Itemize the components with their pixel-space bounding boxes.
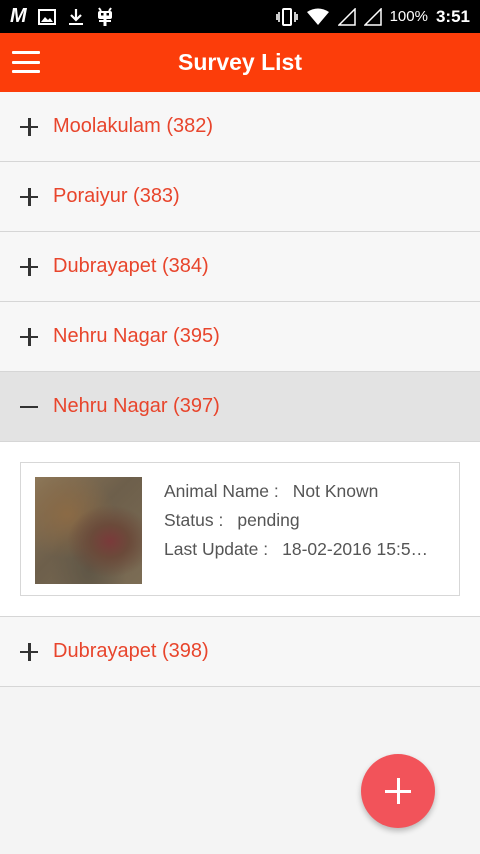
last-update-label: Last Update : [164, 539, 269, 559]
animal-name-label: Animal Name : [164, 481, 279, 501]
status-label: Status : [164, 510, 224, 530]
clock: 3:51 [435, 6, 470, 26]
image-icon [37, 8, 56, 25]
group-label: Poraiyur (383) [53, 185, 180, 207]
group-body: Animal Name : Not Known Status : pending L… [0, 442, 480, 617]
group-label: Dubrayapet (384) [53, 255, 209, 277]
group-header[interactable]: Poraiyur (383) [0, 162, 480, 232]
android-debug-icon [96, 6, 114, 27]
gmail-icon: M [10, 5, 27, 27]
status-bar: M 100% 3:51 [0, 0, 480, 33]
survey-card[interactable]: Animal Name : Not Known Status : pending L… [20, 462, 460, 596]
expand-plus-icon [20, 187, 38, 206]
collapse-minus-icon [20, 398, 38, 416]
group-header[interactable]: Moolakulam (382) [0, 92, 480, 162]
animal-name-value: Not Known [292, 481, 379, 501]
group-header[interactable]: Nehru Nagar (395) [0, 302, 480, 372]
group-label: Dubrayapet (398) [53, 640, 209, 662]
animal-name-row: Animal Name : Not Known [164, 477, 428, 506]
last-update-row: Last Update : 18-02-2016 15:5… [164, 535, 428, 564]
add-survey-button[interactable] [361, 754, 435, 828]
last-update-value: 18-02-2016 15:5… [282, 539, 429, 559]
plus-icon [385, 778, 411, 804]
hamburger-menu-icon[interactable] [12, 51, 40, 73]
download-icon [68, 8, 84, 26]
vibrate-icon [275, 7, 298, 26]
expand-plus-icon [20, 117, 38, 136]
survey-list: Moolakulam (382) Poraiyur (383) Dubrayap… [0, 92, 480, 687]
group-label: Nehru Nagar (395) [53, 325, 220, 347]
group-header-expanded[interactable]: Nehru Nagar (397) [0, 372, 480, 442]
wifi-icon [306, 8, 330, 26]
group-label: Moolakulam (382) [53, 115, 214, 137]
status-value: pending [237, 510, 300, 530]
group-header[interactable]: Dubrayapet (384) [0, 232, 480, 302]
battery-percent: 100% [389, 8, 428, 25]
expand-plus-icon [20, 642, 38, 661]
signal-icon [337, 7, 356, 26]
animal-photo [35, 477, 142, 584]
group-label: Nehru Nagar (397) [53, 395, 220, 417]
group-header[interactable]: Dubrayapet (398) [0, 617, 480, 687]
survey-details: Animal Name : Not Known Status : pending L… [164, 477, 428, 595]
page-title: Survey List [178, 49, 302, 75]
app-bar: Survey List [0, 33, 480, 92]
expand-plus-icon [20, 327, 38, 346]
signal-icon [363, 7, 382, 26]
expand-plus-icon [20, 257, 38, 276]
status-row: Status : pending [164, 506, 428, 535]
